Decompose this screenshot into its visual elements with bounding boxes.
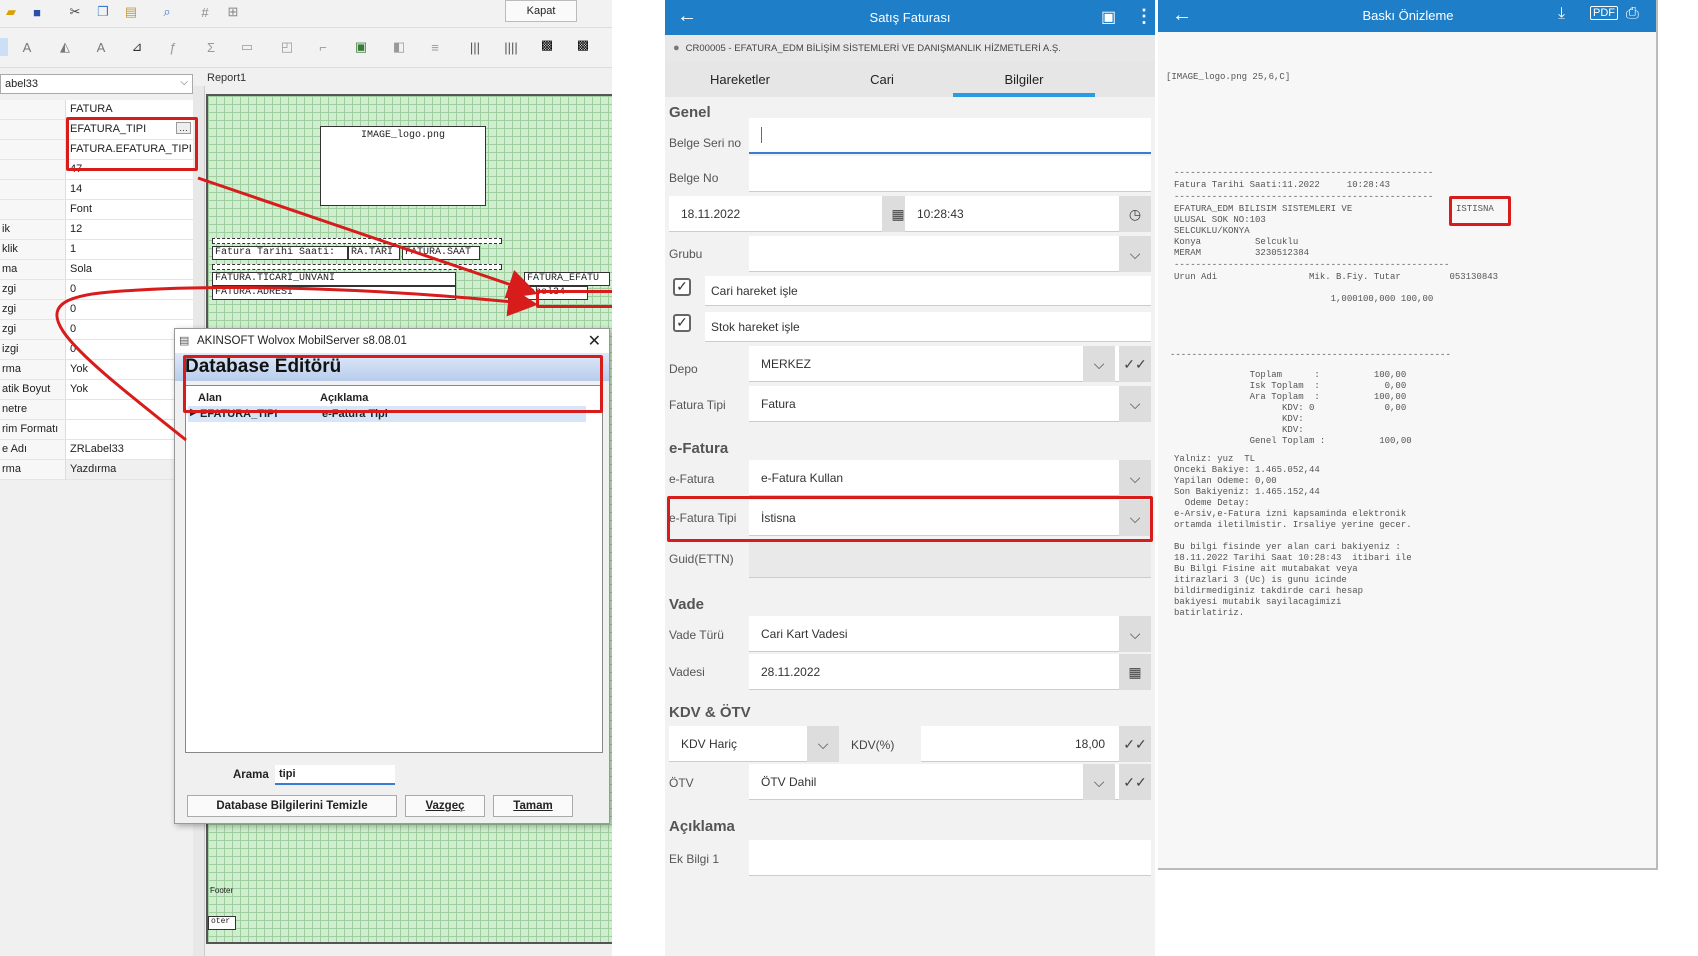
annotation-arrows xyxy=(55,176,538,442)
arrow-property-to-field xyxy=(197,176,538,299)
arrow-dialog-to-field xyxy=(55,286,538,442)
